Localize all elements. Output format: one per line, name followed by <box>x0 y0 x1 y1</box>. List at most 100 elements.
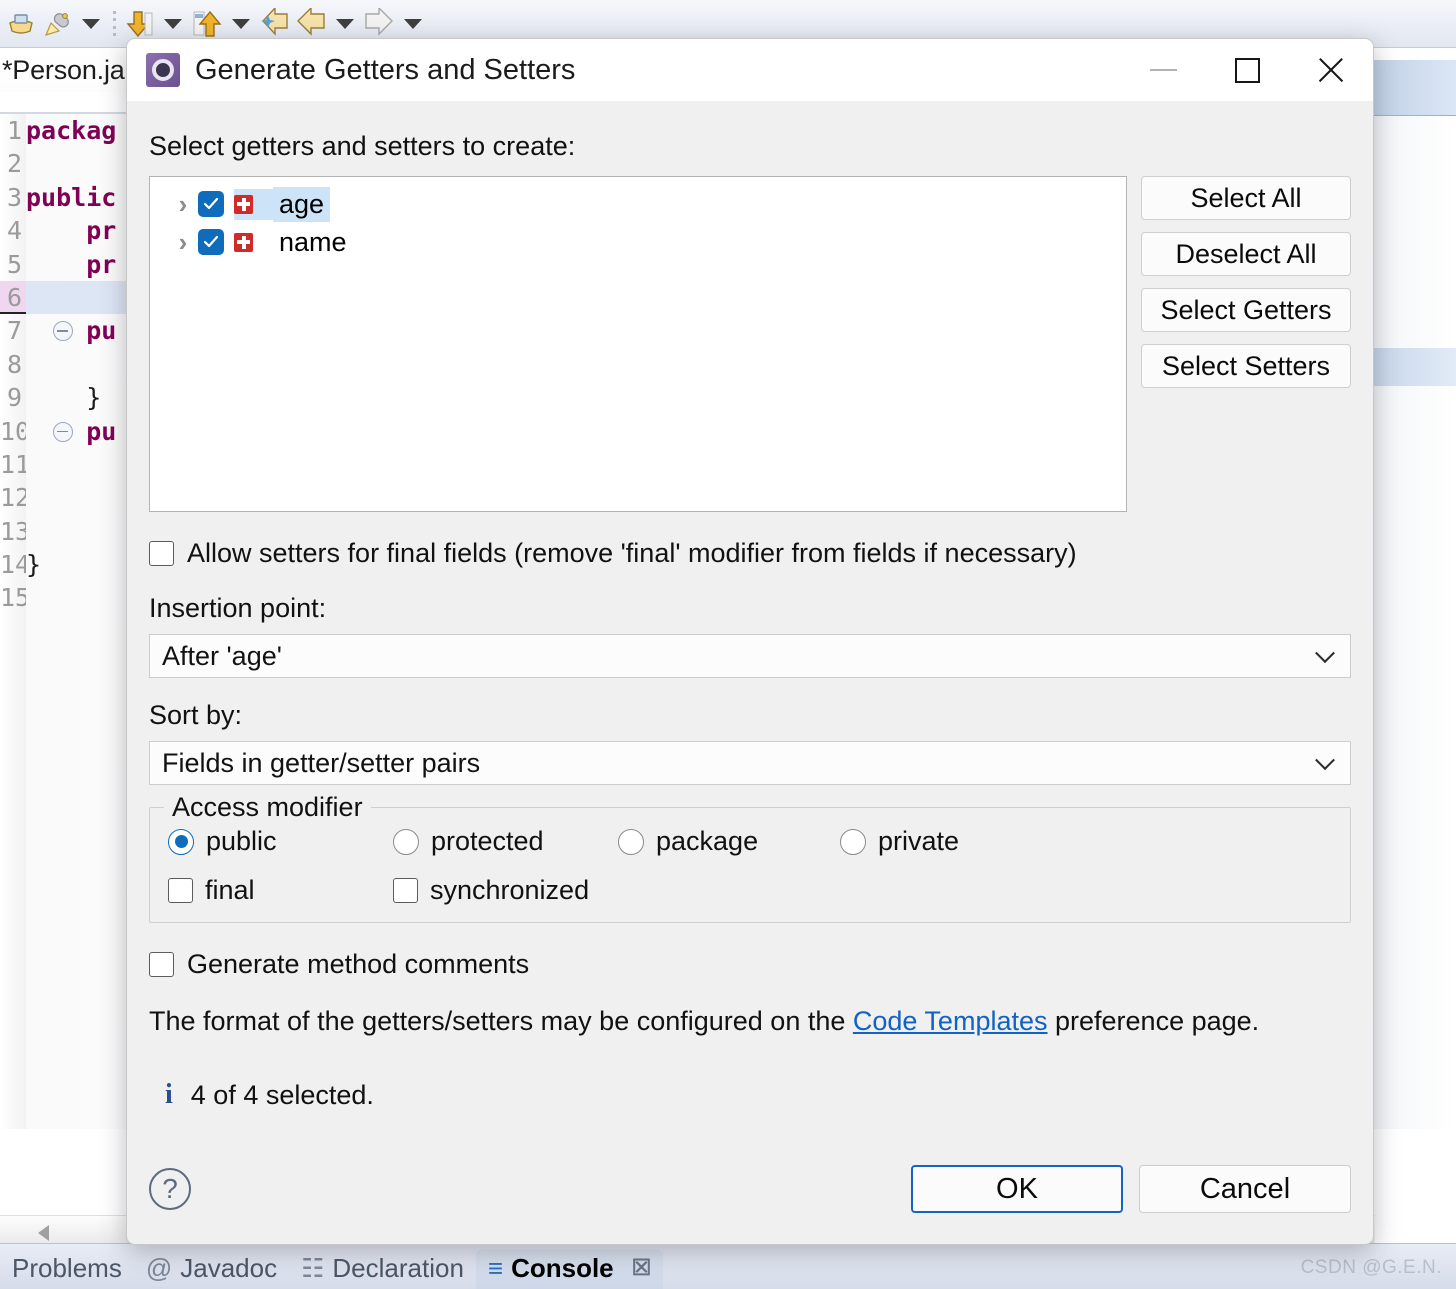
radio-public[interactable]: public <box>168 826 393 857</box>
chevron-right-icon[interactable]: › <box>168 227 198 258</box>
allow-setters-final-checkbox[interactable] <box>149 541 174 566</box>
getters-setters-tree[interactable]: › age › name <box>149 176 1127 512</box>
import-dropdown-arrow[interactable] <box>232 18 250 29</box>
toolbar-separator <box>112 9 116 39</box>
line-number: 11 <box>0 449 31 479</box>
forward-arrow-icon[interactable] <box>362 7 396 41</box>
access-modifier-radios: public protected package private <box>168 826 1332 857</box>
checkbox-indicator[interactable] <box>168 878 193 903</box>
radio-indicator[interactable] <box>393 828 419 855</box>
allow-setters-final-row[interactable]: Allow setters for final fields (remove '… <box>149 538 1351 569</box>
export-down-icon[interactable] <box>122 7 156 41</box>
deselect-all-button[interactable]: Deselect All <box>1141 232 1351 276</box>
quickfix-icon[interactable] <box>40 7 74 41</box>
field-icon <box>234 232 253 252</box>
bottom-tab-javadoc[interactable]: @ Javadoc <box>134 1249 289 1289</box>
access-modifier-checkboxes: final synchronized <box>168 875 1332 906</box>
back-arrow-icon[interactable] <box>294 7 328 41</box>
checkbox-synchronized[interactable]: synchronized <box>393 875 589 906</box>
code-templates-link[interactable]: Code Templates <box>853 1006 1048 1036</box>
line-number: 10 <box>0 416 31 446</box>
generate-comments-label: Generate method comments <box>187 949 530 979</box>
cancel-button[interactable]: Cancel <box>1139 1165 1351 1213</box>
generate-comments-row[interactable]: Generate method comments <box>149 949 1351 980</box>
line-number: 5 <box>6 249 22 279</box>
line-number: 12 <box>0 483 31 513</box>
tab-icon: ☷ <box>301 1252 325 1283</box>
tree-and-buttons-row: › age › name Select All Deselect All Select G… <box>149 176 1351 512</box>
import-up-icon[interactable] <box>190 7 224 41</box>
select-all-button[interactable]: Select All <box>1141 176 1351 220</box>
bottom-tab-console[interactable]: ≡ Console ☒ <box>475 1249 664 1289</box>
tree-item-label: age <box>273 186 331 222</box>
tree-item-age[interactable]: › age <box>150 185 1126 223</box>
chevron-down-icon <box>1315 643 1335 664</box>
radio-indicator[interactable] <box>840 828 866 855</box>
quickfix-dropdown-arrow[interactable] <box>82 18 100 29</box>
radio-indicator[interactable] <box>168 828 194 855</box>
help-icon[interactable]: ? <box>149 1168 191 1210</box>
window-controls <box>1121 39 1373 101</box>
format-note-prefix: The format of the getters/setters may be… <box>149 1006 853 1036</box>
outline-selected-band <box>1362 348 1456 386</box>
outline-panel <box>1360 60 1456 1129</box>
line-number: 4 <box>6 216 22 246</box>
back-star-icon[interactable] <box>258 7 292 41</box>
checkbox-final[interactable]: final <box>168 875 393 906</box>
line-number: 3 <box>6 182 22 212</box>
dialog-title: Generate Getters and Setters <box>195 53 576 86</box>
tree-item-label: name <box>279 226 347 257</box>
maximize-icon <box>1234 57 1260 83</box>
tree-item-checkbox[interactable] <box>198 191 224 217</box>
sort-by-combo[interactable]: Fields in getter/setter pairs <box>149 741 1351 785</box>
insertion-point-combo[interactable]: After 'age' <box>149 634 1351 678</box>
insertion-point-label: Insertion point: <box>149 593 327 623</box>
tree-item-name[interactable]: › name <box>150 223 1126 261</box>
generate-comments-checkbox[interactable] <box>149 952 174 977</box>
format-note: The format of the getters/setters may be… <box>149 1006 1351 1037</box>
field-icon <box>234 194 253 214</box>
radio-label: private <box>878 826 960 856</box>
radio-package[interactable]: package <box>618 826 840 857</box>
scroll-left-arrow-icon[interactable] <box>38 1225 49 1241</box>
status-line: i 4 of 4 selected. <box>149 1079 1351 1111</box>
bottom-tab-declaration[interactable]: ☷ Declaration <box>289 1249 476 1289</box>
radio-protected[interactable]: protected <box>393 826 618 857</box>
allow-setters-final-label: Allow setters for final fields (remove '… <box>187 538 1077 568</box>
sort-by-value: Fields in getter/setter pairs <box>162 747 481 778</box>
checkbox-label: final <box>205 875 255 905</box>
checkbox-indicator[interactable] <box>393 878 418 903</box>
back-dropdown-arrow[interactable] <box>336 18 354 29</box>
radio-private[interactable]: private <box>840 826 959 857</box>
maximize-button[interactable] <box>1205 39 1289 101</box>
fold-collapse-icon[interactable] <box>53 421 73 442</box>
tree-item-checkbox[interactable] <box>198 229 224 255</box>
tab-minimize-icon[interactable]: ☒ <box>632 1255 652 1281</box>
editor-tab-label: *Person.ja <box>2 54 125 85</box>
info-icon: i <box>165 1079 173 1110</box>
select-getters-button[interactable]: Select Getters <box>1141 288 1351 332</box>
radio-indicator[interactable] <box>618 828 644 855</box>
dialog-body: Select getters and setters to create: › a… <box>127 131 1373 1111</box>
generate-gear-icon <box>146 53 180 87</box>
line-number: 14 <box>0 550 31 580</box>
minimize-button[interactable] <box>1121 39 1205 101</box>
save-icon[interactable] <box>4 7 38 41</box>
close-icon <box>1316 55 1346 85</box>
radio-label: package <box>656 826 759 856</box>
line-number: 1 <box>6 116 22 145</box>
forward-dropdown-arrow[interactable] <box>404 18 422 29</box>
dialog-footer: ? OK Cancel <box>127 1134 1373 1244</box>
ok-button[interactable]: OK <box>911 1165 1123 1213</box>
select-setters-button[interactable]: Select Setters <box>1141 344 1351 388</box>
line-number: 6 <box>0 280 26 315</box>
line-number: 8 <box>6 349 22 379</box>
line-number: 2 <box>6 149 22 179</box>
dialog-titlebar: Generate Getters and Setters <box>127 39 1373 101</box>
close-button[interactable] <box>1289 39 1373 101</box>
export-dropdown-arrow[interactable] <box>164 18 182 29</box>
bottom-tab-label: Declaration <box>332 1252 464 1283</box>
bottom-tab-problems[interactable]: Problems <box>0 1249 134 1289</box>
tree-label: Select getters and setters to create: <box>149 131 576 161</box>
chevron-right-icon[interactable]: › <box>168 189 198 220</box>
